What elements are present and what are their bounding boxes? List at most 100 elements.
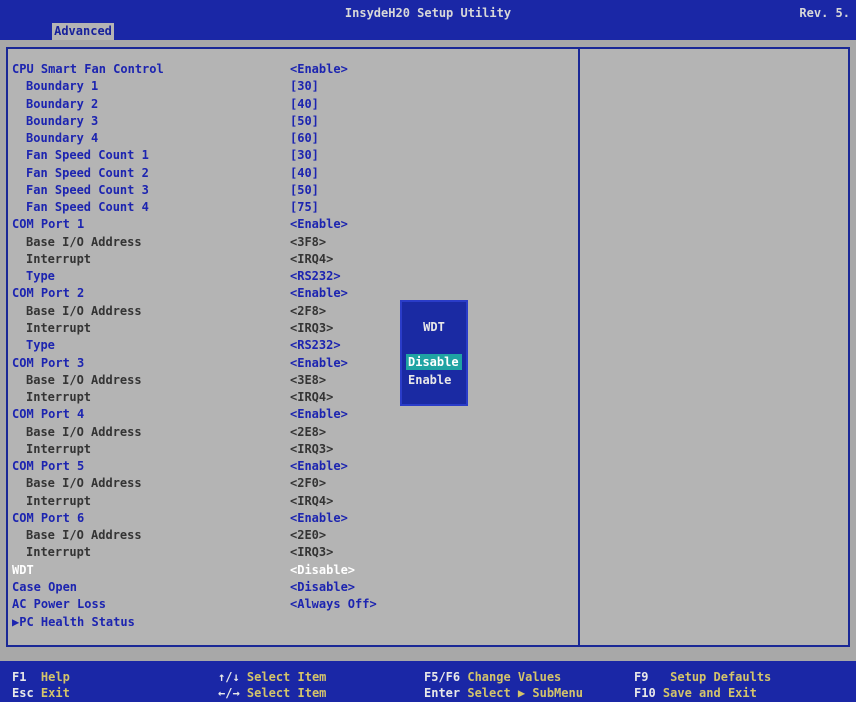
setting-label: Interrupt [26,441,92,456]
setting-value[interactable]: <IRQ3> [290,320,333,337]
hint-key: Esc [12,686,34,700]
setting-row-boundary-3[interactable]: Boundary 3 [50] [8,113,578,130]
setting-row-base-i-o-address[interactable]: Base I/O Address <2E0> [8,527,578,544]
setting-label: Interrupt [26,493,92,508]
setting-value[interactable]: [50] [290,113,319,130]
setting-row-ac-power-loss[interactable]: AC Power Loss <Always Off> [8,596,578,613]
setting-value[interactable]: [75] [290,199,319,216]
setting-value[interactable]: <Enable> [290,216,348,233]
setting-value[interactable]: <3E8> [290,372,326,389]
setting-row-pc-health-status[interactable]: ▶PC Health Status [8,614,578,631]
setting-label: COM Port 4 [12,407,85,422]
setting-row-com-port-1[interactable]: COM Port 1 <Enable> [8,216,578,233]
setting-value[interactable]: [30] [290,147,319,164]
setting-label: AC Power Loss [12,597,106,612]
setting-label: Base I/O Address [26,372,142,387]
hint-help: F1 Help [12,670,70,684]
setting-row-base-i-o-address[interactable]: Base I/O Address <3E8> [8,372,578,389]
setting-row-boundary-4[interactable]: Boundary 4 [60] [8,130,578,147]
setting-label: CPU Smart Fan Control [12,62,164,76]
setting-row-case-open[interactable]: Case Open <Disable> [8,579,578,596]
setting-label: COM Port 2 [12,286,85,301]
setting-row-boundary-1[interactable]: Boundary 1 [30] [8,78,578,95]
help-divider [578,49,580,645]
setting-value[interactable]: [40] [290,165,319,182]
setting-row-interrupt[interactable]: Interrupt <IRQ3> [8,320,578,337]
setting-value[interactable]: <2F8> [290,303,326,320]
setting-value[interactable]: [60] [290,130,319,147]
setting-row-base-i-o-address[interactable]: Base I/O Address <2E8> [8,424,578,441]
setting-row-interrupt[interactable]: Interrupt <IRQ4> [8,389,578,406]
hint-desc: Select Item [246,686,327,700]
setting-value[interactable]: <Disable> [290,562,355,579]
setting-value[interactable]: <3F8> [290,234,326,251]
setting-row-interrupt[interactable]: Interrupt <IRQ4> [8,251,578,268]
setting-row-fan-speed-count-1[interactable]: Fan Speed Count 1 [30] [8,147,578,164]
setting-value[interactable]: [30] [290,78,319,95]
tab-advanced[interactable]: Advanced [52,23,114,40]
setting-row-com-port-3[interactable]: COM Port 3 <Enable> [8,355,578,372]
setting-label: ▶PC Health Status [12,614,135,629]
setting-value[interactable]: [40] [290,96,319,113]
setting-value[interactable]: <IRQ4> [290,251,333,268]
setting-value[interactable]: <IRQ3> [290,441,333,458]
setting-value[interactable]: <IRQ3> [290,544,333,561]
setting-row-cpu-smart-fan-control[interactable]: CPU Smart Fan Control <Enable> [8,61,578,78]
setting-row-interrupt[interactable]: Interrupt <IRQ4> [8,493,578,510]
setting-row-fan-speed-count-2[interactable]: Fan Speed Count 2 [40] [8,165,578,182]
wdt-option-popup: WDT Disable Enable [400,300,468,406]
hint-submenu: Enter Select ▶ SubMenu [424,686,583,700]
setting-value[interactable]: [50] [290,182,319,199]
setting-value[interactable]: <RS232> [290,268,341,285]
hint-change-values: F5/F6 Change Values [424,670,561,684]
hint-desc: Select ▶ SubMenu [467,686,583,700]
setting-row-boundary-2[interactable]: Boundary 2 [40] [8,96,578,113]
settings-list: CPU Smart Fan Control <Enable> Boundary 1 [… [8,61,578,631]
popup-option-disable[interactable]: Disable [406,354,462,370]
setting-value[interactable]: <RS232> [290,337,341,354]
setting-label: COM Port 6 [12,510,85,525]
app-title: InsydeH20 Setup Utility [344,6,512,20]
setting-row-fan-speed-count-3[interactable]: Fan Speed Count 3 [50] [8,182,578,199]
setting-label: Boundary 3 [26,113,99,128]
hint-select-item-vertical: ↑/↓ Select Item [218,670,326,684]
revision-label: Rev. 5. [799,6,850,20]
setting-row-type[interactable]: Type <RS232> [8,337,578,354]
setting-value[interactable]: <Enable> [290,355,348,372]
setting-value[interactable]: <IRQ4> [290,389,333,406]
setting-label: COM Port 5 [12,459,85,474]
setting-label: Type [26,269,55,284]
setting-row-com-port-2[interactable]: COM Port 2 <Enable> [8,285,578,302]
setting-row-base-i-o-address[interactable]: Base I/O Address <3F8> [8,234,578,251]
setting-row-type[interactable]: Type <RS232> [8,268,578,285]
setting-row-wdt[interactable]: WDT <Disable> [8,562,578,579]
setting-row-base-i-o-address[interactable]: Base I/O Address <2F0> [8,475,578,492]
setting-label: Boundary 2 [26,96,99,111]
setting-row-com-port-6[interactable]: COM Port 6 <Enable> [8,510,578,527]
hint-key: ↑/↓ [218,670,240,684]
setting-value[interactable]: <Enable> [290,458,348,475]
setting-label: Interrupt [26,251,92,266]
key-help-bar: F1 Help Esc Exit ↑/↓ Select Item ←/→ Sel… [0,661,856,702]
setting-label: WDT [12,562,34,577]
hint-desc: Setup Defaults [670,670,772,684]
setting-row-interrupt[interactable]: Interrupt <IRQ3> [8,441,578,458]
setting-value[interactable]: <2F0> [290,475,326,492]
setting-value[interactable]: <Disable> [290,579,355,596]
setting-label: Fan Speed Count 3 [26,182,149,197]
setting-value[interactable]: <Always Off> [290,596,377,613]
setting-row-com-port-4[interactable]: COM Port 4 <Enable> [8,406,578,423]
setting-value[interactable]: <Enable> [290,285,348,302]
setting-row-interrupt[interactable]: Interrupt <IRQ3> [8,544,578,561]
hint-desc: Help [40,670,70,684]
setting-row-com-port-5[interactable]: COM Port 5 <Enable> [8,458,578,475]
setting-value[interactable]: <Enable> [290,510,348,527]
setting-value[interactable]: <Enable> [290,61,348,78]
setting-row-fan-speed-count-4[interactable]: Fan Speed Count 4 [75] [8,199,578,216]
setting-value[interactable]: <Enable> [290,406,348,423]
setting-value[interactable]: <2E8> [290,424,326,441]
setting-value[interactable]: <2E0> [290,527,326,544]
popup-option-enable[interactable]: Enable [406,372,462,388]
setting-value[interactable]: <IRQ4> [290,493,333,510]
setting-row-base-i-o-address[interactable]: Base I/O Address <2F8> [8,303,578,320]
